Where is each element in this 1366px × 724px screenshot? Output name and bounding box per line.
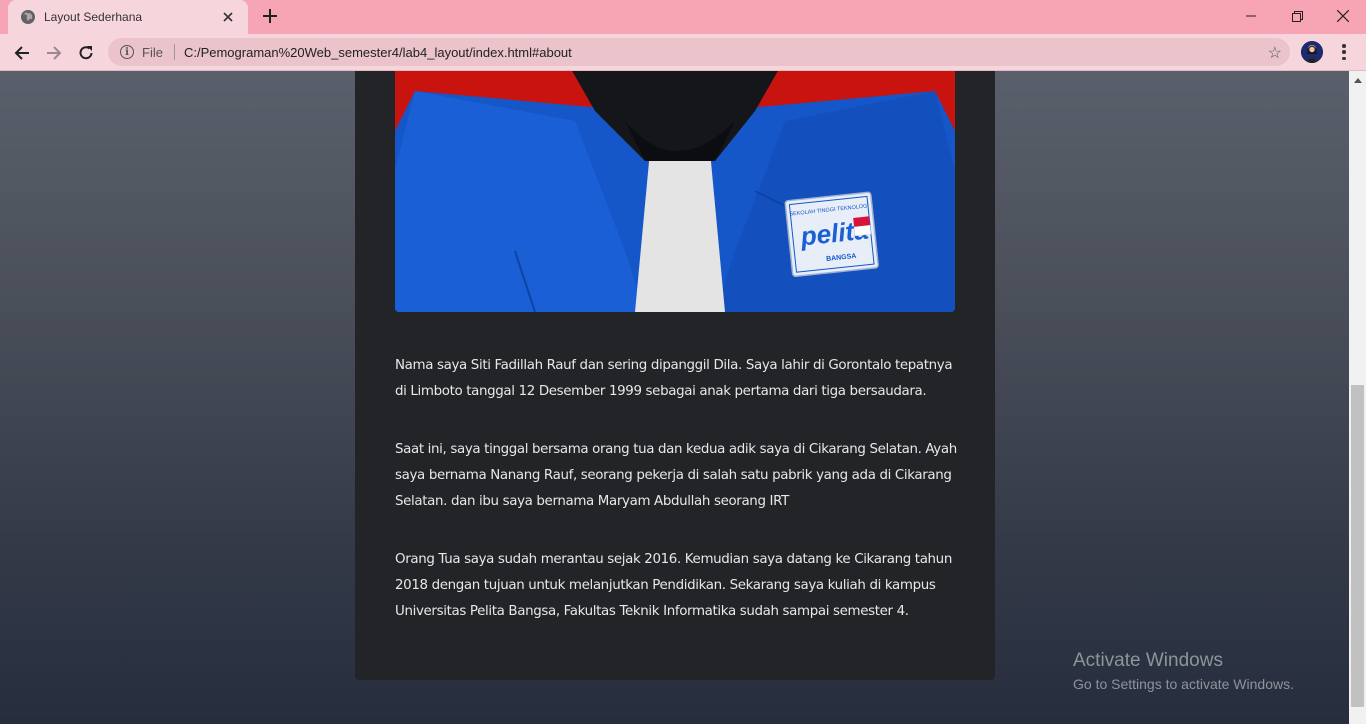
activate-windows-title: Activate Windows — [1073, 650, 1223, 671]
globe-icon — [20, 9, 36, 25]
tab-title: Layout Sederhana — [44, 10, 143, 24]
back-arrow-icon[interactable] — [9, 40, 35, 66]
address-bar[interactable]: i File C:/Pemograman%20Web_semester4/lab… — [108, 38, 1290, 66]
tab-strip: Layout Sederhana — [0, 0, 1366, 34]
about-paragraph-1: Nama saya Siti Fadillah Rauf dan sering … — [395, 358, 953, 399]
profile-avatar[interactable] — [1301, 41, 1323, 63]
vertical-scrollbar[interactable] — [1349, 71, 1366, 724]
menu-icon[interactable] — [1336, 42, 1352, 62]
address-url[interactable]: C:/Pemograman%20Web_semester4/lab4_layou… — [184, 45, 572, 60]
page-viewport: SEKOLAH TINGGI TEKNOLOGI pelita BANGSA N… — [0, 71, 1349, 724]
about-card: SEKOLAH TINGGI TEKNOLOGI pelita BANGSA N… — [355, 71, 995, 680]
close-window-icon[interactable] — [1320, 0, 1366, 32]
reload-icon[interactable] — [73, 40, 99, 66]
activate-windows-watermark: Activate Windows Go to Settings to activ… — [1073, 650, 1294, 692]
address-separator — [173, 44, 175, 60]
about-paragraph-3: Orang Tua saya sudah merantau sejak 2016… — [395, 552, 952, 619]
info-icon[interactable]: i — [120, 45, 134, 59]
browser-toolbar: i File C:/Pemograman%20Web_semester4/lab… — [0, 34, 1366, 71]
restore-icon[interactable] — [1274, 0, 1320, 32]
browser-tab[interactable]: Layout Sederhana — [8, 0, 248, 34]
about-paragraph-2: Saat ini, saya tinggal bersama orang tua… — [395, 442, 957, 509]
plus-icon[interactable] — [259, 5, 281, 27]
profile-photo: SEKOLAH TINGGI TEKNOLOGI pelita BANGSA — [395, 71, 955, 312]
star-icon[interactable]: ☆ — [1268, 43, 1282, 63]
close-icon[interactable] — [218, 7, 238, 27]
about-text: Nama saya Siti Fadillah Rauf dan sering … — [395, 353, 957, 657]
address-scheme: File — [142, 44, 163, 60]
minimize-icon[interactable] — [1228, 0, 1274, 32]
forward-arrow-icon[interactable] — [41, 40, 67, 66]
activate-windows-subtitle: Go to Settings to activate Windows. — [1073, 676, 1294, 692]
scroll-up-arrow-icon[interactable] — [1349, 71, 1366, 88]
scroll-thumb[interactable] — [1351, 385, 1364, 707]
